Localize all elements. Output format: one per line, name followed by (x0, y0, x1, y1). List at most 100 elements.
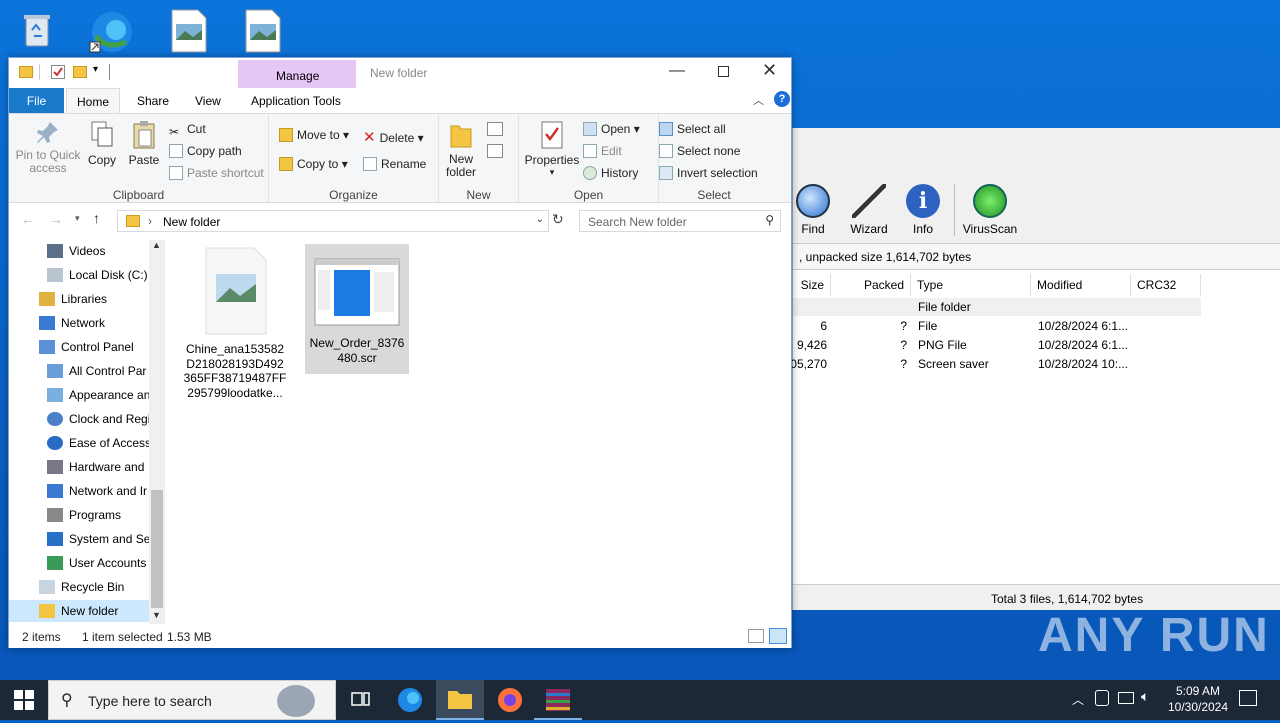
table-row[interactable]: 9,426 ? PNG File 10/28/2024 6:1... (793, 336, 1201, 355)
nav-scrollbar[interactable]: ▲ ▼ (149, 240, 165, 624)
info-button[interactable]: i Info (898, 184, 948, 236)
edit-button[interactable]: Edit (583, 144, 622, 158)
nav-item-recycle-bin[interactable]: Recycle Bin (39, 576, 149, 598)
nav-item-appearance[interactable]: Appearance an (47, 384, 149, 406)
paste-button[interactable]: Paste (125, 120, 163, 167)
tab-share[interactable]: Share (127, 88, 179, 113)
task-view-button[interactable] (336, 680, 384, 720)
pin-quick-access-button[interactable]: Pin to Quick access (13, 120, 83, 175)
table-row[interactable]: 05,270 ? Screen saver 10/28/2024 10:... (790, 355, 1201, 374)
nav-item-ease[interactable]: Ease of Access (47, 432, 149, 454)
col-type[interactable]: Type (911, 274, 1031, 296)
move-to-button[interactable]: Move to ▾ (279, 128, 349, 142)
invert-selection-button[interactable]: Invert selection (659, 166, 758, 180)
back-button[interactable]: ← (21, 211, 35, 227)
nav-item-control-panel[interactable]: Control Panel (39, 336, 149, 358)
address-bar[interactable]: › New folder ⌄ (117, 210, 549, 232)
taskbar-edge[interactable] (386, 680, 434, 720)
history-button[interactable]: History (583, 166, 638, 180)
nav-item-videos[interactable]: Videos (47, 240, 149, 262)
taskbar-firefox[interactable] (486, 680, 534, 720)
scrollbar-thumb[interactable] (151, 490, 163, 608)
image-file-icon[interactable] (238, 6, 288, 56)
large-icons-view-icon[interactable] (769, 628, 787, 644)
nav-item-all-control[interactable]: All Control Par (47, 360, 149, 382)
col-size[interactable]: Size (793, 274, 831, 296)
nav-item-users[interactable]: User Accounts (47, 552, 149, 574)
nav-item-system[interactable]: System and Sec (47, 528, 149, 550)
manage-context-tab[interactable]: Manage (238, 60, 356, 88)
nav-item-new-folder[interactable]: New folder (9, 600, 149, 622)
tab-home[interactable]: Home (66, 88, 121, 113)
taskbar-search[interactable]: ⚲ Type here to search (48, 680, 336, 720)
virusscan-button[interactable]: VirusScan (961, 184, 1019, 236)
nav-item-libraries[interactable]: Libraries (39, 288, 149, 310)
search-input[interactable]: Search New folder ⚲ (579, 210, 781, 232)
open-button[interactable]: Open ▾ (583, 122, 640, 136)
properties-button[interactable]: Properties ▾ (523, 120, 581, 178)
col-packed[interactable]: Packed (831, 274, 911, 296)
wizard-button[interactable]: Wizard (844, 184, 894, 236)
volume-icon[interactable]: 🔈︎ (1141, 688, 1149, 705)
title-bar[interactable]: ▾ Manage New folder — ✕ (9, 58, 791, 88)
rename-button[interactable]: Rename (363, 157, 426, 171)
col-modified[interactable]: Modified (1031, 274, 1131, 296)
show-hidden-icons-icon[interactable]: ︿ (1072, 691, 1084, 708)
details-view-icon[interactable] (748, 629, 764, 643)
properties-qat-icon[interactable] (51, 65, 65, 79)
nav-item-hardware[interactable]: Hardware and (47, 456, 149, 478)
find-button[interactable]: Find (788, 184, 838, 236)
scroll-down-icon[interactable]: ▼ (152, 610, 161, 620)
select-none-button[interactable]: Select none (659, 144, 740, 158)
copy-to-button[interactable]: Copy to ▾ (279, 157, 348, 171)
control-panel-icon (39, 340, 55, 354)
recycle-bin-icon[interactable] (12, 6, 62, 56)
minimize-button[interactable]: — (669, 62, 685, 80)
tab-file[interactable]: File (9, 88, 64, 113)
table-row[interactable]: File folder (793, 298, 1201, 316)
breadcrumb[interactable]: New folder (163, 215, 220, 229)
taskbar-file-explorer[interactable] (436, 680, 484, 720)
system-clock[interactable]: 5:09 AM 10/30/2024 (1160, 683, 1236, 715)
new-folder-qat-icon[interactable] (73, 66, 87, 78)
notification-icon[interactable] (1239, 690, 1257, 706)
collapse-ribbon-icon[interactable]: ︿ (753, 92, 764, 108)
qat-dropdown-icon[interactable]: ▾ (93, 64, 98, 75)
refresh-button[interactable]: ↻ (552, 211, 564, 228)
network-icon[interactable] (1118, 692, 1134, 704)
delete-button[interactable]: ✕ Delete ▾ (363, 128, 424, 146)
copy-button[interactable]: Copy (83, 120, 121, 167)
paste-shortcut-button[interactable]: Paste shortcut (169, 166, 264, 180)
scroll-up-icon[interactable]: ▲ (152, 240, 161, 250)
new-item-icon[interactable] (487, 122, 503, 136)
nav-item-network-internet[interactable]: Network and Ir (47, 480, 149, 502)
nav-item-clock[interactable]: Clock and Regi (47, 408, 149, 430)
copy-path-button[interactable]: Copy path (169, 144, 242, 158)
start-button[interactable] (14, 690, 34, 713)
forward-button[interactable]: → (49, 211, 63, 227)
close-button[interactable]: ✕ (762, 60, 777, 81)
nav-item-network[interactable]: Network (39, 312, 149, 334)
table-row[interactable]: 6 ? File 10/28/2024 6:1... (793, 317, 1201, 336)
nav-item-local-disk[interactable]: Local Disk (C:) (47, 264, 149, 286)
select-all-button[interactable]: Select all (659, 122, 726, 136)
security-icon[interactable] (1095, 690, 1109, 706)
address-dropdown-icon[interactable]: ⌄ (536, 214, 544, 225)
cut-button[interactable]: ✂ Cut (169, 122, 206, 139)
easy-access-icon[interactable] (487, 144, 503, 158)
clipboard-group-label: Clipboard (112, 188, 165, 202)
edge-icon[interactable] (86, 6, 136, 56)
recent-locations-icon[interactable]: ▾ (75, 213, 80, 224)
maximize-button[interactable] (718, 66, 729, 77)
image-file-icon[interactable] (164, 6, 214, 56)
up-button[interactable]: ↑ (93, 210, 100, 226)
help-icon[interactable]: ? (774, 91, 790, 107)
file-item-selected[interactable]: New_Order_8376 480.scr (305, 244, 409, 374)
tab-application-tools[interactable]: Application Tools (241, 88, 351, 113)
tab-view[interactable]: View (185, 88, 231, 113)
new-folder-button[interactable]: New folder (441, 120, 481, 179)
file-item[interactable]: Chine_ana153582 D218028193D492 365FF3871… (183, 246, 287, 400)
taskbar-winrar[interactable] (534, 680, 582, 720)
col-crc32[interactable]: CRC32 (1131, 274, 1201, 296)
nav-item-programs[interactable]: Programs (47, 504, 149, 526)
